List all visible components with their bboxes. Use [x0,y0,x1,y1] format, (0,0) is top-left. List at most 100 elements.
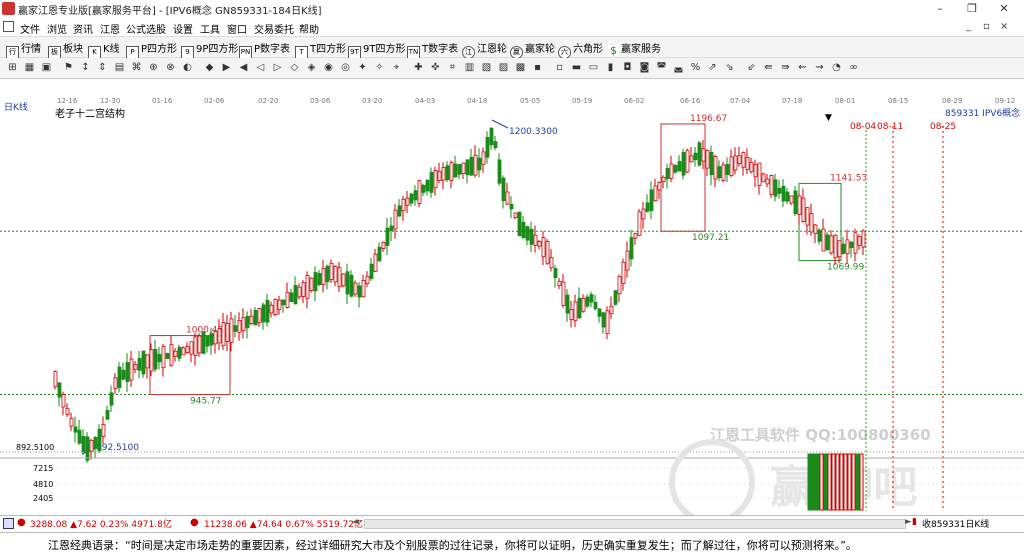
drawing-tool-47-icon[interactable]: ⇝ [813,61,826,74]
mdi-restore-button[interactable]: ▫ [983,21,990,32]
drawing-tool-44-icon[interactable]: ⇚ [762,61,775,74]
drawing-tool-1-icon[interactable]: ⊞ [6,61,19,74]
drawing-tool-19-icon[interactable]: ◉ [322,61,335,74]
box1-low-label: 945.77 [190,397,222,407]
toolbar-winner-wheel[interactable]: 赢赢家轮 [510,40,555,59]
drawing-tool-12-icon[interactable]: ◆ [203,61,216,74]
drawing-tool-49-icon[interactable]: ∞ [847,61,860,74]
drawing-tool-32-icon[interactable]: ▫ [553,61,566,74]
dropdown-arrow-icon[interactable]: ▼ [825,113,832,123]
candle-body [193,336,198,356]
candle-body [141,350,146,375]
close-button[interactable]: ✕ [989,0,1019,17]
candle-body [253,310,258,326]
toolbar-9p-square[interactable]: 9 9P四方形 [181,40,238,59]
drawing-tool-13-icon[interactable]: ▶ [220,61,233,74]
drawing-tool-18-icon[interactable]: ◈ [305,61,318,74]
toolbar-kline[interactable]: K K线 [88,40,120,59]
candle-body [205,335,210,347]
toolbar-sectors[interactable]: 板板块 [48,40,83,59]
drawing-tool-3-icon[interactable]: ▣ [40,61,53,74]
drawing-tool-17-icon[interactable]: ◇ [288,61,301,74]
drawing-tool-40-icon[interactable]: % [689,61,702,74]
drawing-tool-22-icon[interactable]: ✧ [373,61,386,74]
drawing-tool-15-icon[interactable]: ◁ [254,61,267,74]
minimize-button[interactable]: – [925,0,955,17]
menu-news[interactable]: 资讯 [73,21,93,36]
app-menu-icon[interactable] [3,21,14,32]
drawing-tool-37-icon[interactable]: ◙ [638,61,651,74]
menu-window[interactable]: 窗口 [227,21,247,36]
candle-body [565,294,570,314]
candle-body [73,426,78,433]
toolbar-quotes[interactable]: 行行情 [6,40,41,59]
menu-gann[interactable]: 江恩 [100,21,120,36]
toolbar-winner-service[interactable]: $ 赢家服务 [608,40,661,56]
drawing-tool-45-icon[interactable]: ⇛ [779,61,792,74]
drawing-tool-29-icon[interactable]: ▨ [497,61,510,74]
menu-settings[interactable]: 设置 [173,21,193,36]
menu-tools[interactable]: 工具 [200,21,220,36]
scroll-left-icon[interactable]: ◄ [352,517,359,527]
candle-body [401,198,406,212]
toolbar-t-number-table[interactable]: TN T数字表 [407,40,458,59]
drawing-tool-21-icon[interactable]: ✦ [356,61,369,74]
drawing-tool-36-icon[interactable]: ◘ [621,61,634,74]
drawing-tool-43-icon[interactable]: ⇙ [745,61,758,74]
toolbar-p-number-table[interactable]: PN P数字表 [239,40,290,59]
drawing-tool-48-icon[interactable]: ◔ [830,61,843,74]
candle-body [705,149,710,169]
toolbar-9t-square[interactable]: 9T 9T四方形 [348,40,405,59]
toolbar-gann-wheel[interactable]: 江江恩轮 [462,40,507,59]
candle-body [437,170,442,181]
drawing-tool-41-icon[interactable]: ⇗ [706,61,719,74]
drawing-tool-16-icon[interactable]: ▷ [271,61,284,74]
mdi-close-button[interactable]: × [1000,21,1008,32]
menu-file[interactable]: 文件 [20,21,40,36]
drawing-tool-5-icon[interactable]: ↕ [79,61,92,74]
maximize-button[interactable]: ❐ [957,0,987,17]
toolbar-t-square[interactable]: T T四方形 [295,40,346,59]
drawing-tool-25-icon[interactable]: ✜ [429,61,442,74]
drawing-tool-4-icon[interactable]: ⚑ [62,61,75,74]
drawing-tool-6-icon[interactable]: ⇕ [96,61,109,74]
drawing-tool-24-icon[interactable]: ✚ [412,61,425,74]
toolbar-hexagon[interactable]: 六六角形 [558,40,603,59]
drawing-tool-39-icon[interactable]: ◛ [672,61,685,74]
menu-trade[interactable]: 交易委托 [254,21,294,36]
drawing-tool-2-icon[interactable]: ▦ [23,61,36,74]
drawing-tool-38-icon[interactable]: ◚ [655,61,668,74]
scroll-right-icon[interactable]: ► [905,517,912,527]
menu-browse[interactable]: 浏览 [47,21,67,36]
drawing-tool-10-icon[interactable]: ⊗ [164,61,177,74]
candle-body [469,156,474,176]
drawing-tool-26-icon[interactable]: ⌗ [446,61,459,74]
drawing-tool-46-icon[interactable]: ⇜ [796,61,809,74]
drawing-tool-27-icon[interactable]: ▥ [463,61,476,74]
drawing-tool-42-icon[interactable]: ⇘ [723,61,736,74]
mdi-minimize-button[interactable]: _ [966,21,971,32]
drawing-tool-8-icon[interactable]: ⌘ [130,61,143,74]
drawing-tool-14-icon[interactable]: ◀ [237,61,250,74]
drawing-tool-28-icon[interactable]: ▧ [480,61,493,74]
drawing-tool-23-icon[interactable]: ⌖ [390,61,403,74]
drawing-tool-30-icon[interactable]: ▩ [514,61,527,74]
drawing-tool-9-icon[interactable]: ⊕ [147,61,160,74]
drawing-tool-33-icon[interactable]: ▬ [570,61,583,74]
candle-body [813,224,818,235]
kline-chart[interactable]: 日K线 老子十二宫结构 859331 IPV6概念 ▼ 08-04 08-11 … [0,96,1024,516]
horizontal-scrollbar[interactable] [364,519,906,529]
menu-help[interactable]: 帮助 [299,21,319,36]
grid-icon[interactable] [3,518,14,529]
toolbar-p-square[interactable]: P P四方形 [126,40,177,59]
menu-formula[interactable]: 公式选股 [126,21,166,36]
drawing-tool-11-icon[interactable]: ◐ [181,61,194,74]
candle-body [641,208,646,220]
drawing-tool-7-icon[interactable]: ▤ [113,61,126,74]
drawing-tool-35-icon[interactable]: ▮ [604,61,617,74]
drawing-tool-31-icon[interactable]: ▪ [531,61,544,74]
drawing-tool-20-icon[interactable]: ◎ [339,61,352,74]
drawing-tool-34-icon[interactable]: ▭ [587,61,600,74]
dollar-icon: $ [608,44,619,57]
candle-body [393,209,398,230]
